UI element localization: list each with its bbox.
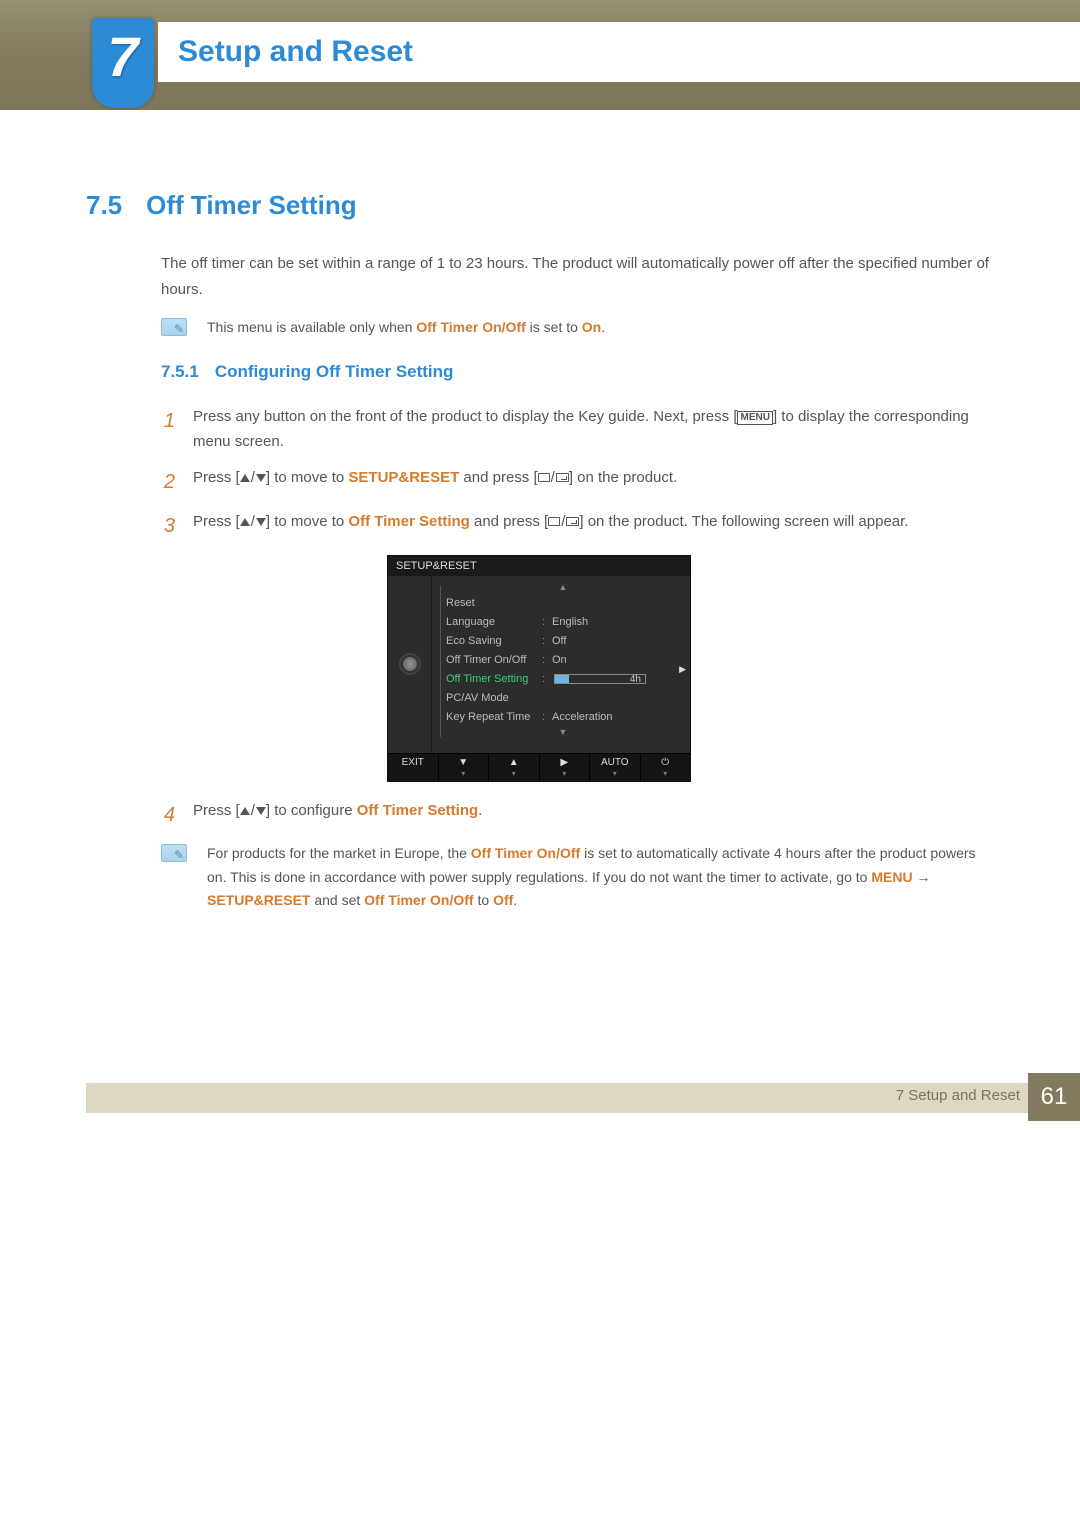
menu-key-icon: MENU bbox=[737, 411, 772, 425]
chapter-title: Setup and Reset bbox=[178, 35, 413, 69]
osd-footer-button: ▲▾ bbox=[489, 754, 540, 781]
up-down-key-icon: / bbox=[240, 465, 266, 491]
page-number: 61 bbox=[1028, 1073, 1080, 1121]
osd-menu-item: Off Timer On/Off:On bbox=[446, 651, 680, 670]
chapter-header: 7 Setup and Reset bbox=[0, 0, 1080, 110]
osd-item-label: PC/AV Mode bbox=[446, 692, 542, 704]
subsection-number: 7.5.1 bbox=[161, 362, 199, 382]
osd-footer-button: AUTO▾ bbox=[590, 754, 641, 781]
section-number: 7.5 bbox=[86, 190, 122, 221]
osd-item-value: Off bbox=[552, 635, 566, 647]
step-text: Press [ / ] to configure Off Timer Setti… bbox=[193, 798, 992, 832]
source-enter-key-icon: / bbox=[548, 509, 579, 535]
osd-menu-item: Reset bbox=[446, 594, 680, 613]
osd-menu-item: Key Repeat Time:Acceleration bbox=[446, 708, 680, 727]
note-text: For products for the market in Europe, t… bbox=[207, 842, 992, 913]
step-number: 2 bbox=[161, 465, 175, 499]
step-4: 4 Press [ / ] to configure Off Timer Set… bbox=[161, 798, 992, 832]
osd-item-label: Eco Saving bbox=[446, 635, 542, 647]
osd-menu-item: Off Timer Setting:4h bbox=[446, 670, 680, 689]
osd-sidebar bbox=[388, 576, 432, 753]
page-content: 7.5 Off Timer Setting The off timer can … bbox=[0, 110, 1080, 913]
osd-item-label: Off Timer On/Off bbox=[446, 654, 542, 666]
footer-chapter-label: 7 Setup and Reset bbox=[896, 1087, 1020, 1104]
osd-menu-list: ▲ ResetLanguage:EnglishEco Saving:OffOff… bbox=[432, 576, 690, 753]
step-text: Press any button on the front of the pro… bbox=[193, 404, 992, 455]
chapter-title-box: Setup and Reset bbox=[158, 22, 1080, 82]
osd-item-label: Off Timer Setting bbox=[446, 673, 542, 685]
step-number: 3 bbox=[161, 509, 175, 543]
section-heading: 7.5 Off Timer Setting bbox=[86, 190, 992, 221]
chevron-up-icon: ▲ bbox=[446, 582, 680, 594]
chevron-right-icon: ▶ bbox=[679, 664, 686, 675]
osd-slider: 4h bbox=[554, 674, 646, 684]
chevron-down-icon: ▼ bbox=[446, 727, 680, 739]
osd-item-label: Reset bbox=[446, 597, 542, 609]
osd-item-label: Language bbox=[446, 616, 542, 628]
osd-screenshot: SETUP&RESET ▲ ResetLanguage:EnglishEco S… bbox=[387, 555, 691, 782]
note-availability: This menu is available only when Off Tim… bbox=[161, 316, 992, 340]
step-text: Press [ / ] to move to Off Timer Setting… bbox=[193, 509, 992, 543]
note-icon bbox=[161, 318, 187, 336]
osd-footer-button: ▼▾ bbox=[439, 754, 490, 781]
gear-icon bbox=[401, 655, 419, 673]
subsection-title: Configuring Off Timer Setting bbox=[215, 362, 454, 382]
osd-menu-item: Eco Saving:Off bbox=[446, 632, 680, 651]
osd-footer-buttons: EXIT▼▾▲▾▶▾AUTO▾⏻▾ bbox=[388, 753, 690, 781]
step-number: 4 bbox=[161, 798, 175, 832]
osd-footer-button: ▶▾ bbox=[540, 754, 591, 781]
note-text: This menu is available only when Off Tim… bbox=[207, 316, 605, 340]
step-number: 1 bbox=[161, 404, 175, 455]
osd-item-value: On bbox=[552, 654, 567, 666]
osd-title: SETUP&RESET bbox=[388, 556, 690, 576]
page-footer: 7 Setup and Reset 61 bbox=[0, 1073, 1080, 1121]
osd-item-label: Key Repeat Time bbox=[446, 711, 542, 723]
osd-menu-item: Language:English bbox=[446, 613, 680, 632]
step-3: 3 Press [ / ] to move to Off Timer Setti… bbox=[161, 509, 992, 543]
chapter-number: 7 bbox=[107, 24, 138, 108]
osd-footer-button: ⏻▾ bbox=[641, 754, 691, 781]
step-2: 2 Press [ / ] to move to SETUP&RESET and… bbox=[161, 465, 992, 499]
subsection-heading: 7.5.1 Configuring Off Timer Setting bbox=[161, 362, 992, 382]
step-1: 1 Press any button on the front of the p… bbox=[161, 404, 992, 455]
chapter-tab: 7 bbox=[92, 18, 154, 108]
osd-menu-item: PC/AV Mode bbox=[446, 689, 680, 708]
up-down-key-icon: / bbox=[240, 798, 266, 824]
osd-item-value: Acceleration bbox=[552, 711, 613, 723]
note-icon bbox=[161, 844, 187, 862]
step-text: Press [ / ] to move to SETUP&RESET and p… bbox=[193, 465, 992, 499]
note-europe: For products for the market in Europe, t… bbox=[161, 842, 992, 913]
osd-item-value: English bbox=[552, 616, 588, 628]
section-title: Off Timer Setting bbox=[146, 190, 356, 221]
up-down-key-icon: / bbox=[240, 509, 266, 535]
osd-footer-button: EXIT bbox=[388, 754, 439, 781]
source-enter-key-icon: / bbox=[538, 465, 569, 491]
intro-paragraph: The off timer can be set within a range … bbox=[161, 251, 992, 302]
